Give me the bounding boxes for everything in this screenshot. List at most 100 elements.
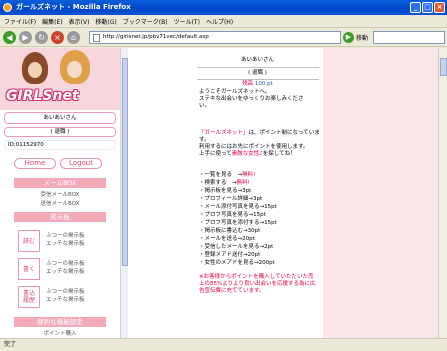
history-adult-board-link[interactable]: エッチな掲示板	[46, 296, 85, 304]
price-label: ・プロフ写真を見る	[199, 212, 249, 218]
price-label: ・プロフィール詳細	[199, 196, 249, 202]
girlsnet-logo: GIRLSnet	[0, 48, 120, 110]
search-input[interactable]	[373, 31, 445, 44]
go-button[interactable]: ▶ 移動	[343, 31, 368, 44]
menu-file[interactable]: ファイル(F)	[4, 17, 36, 26]
price-item: ・受信したメールを見る→2pt	[199, 244, 273, 251]
menu-go[interactable]: 移動(G)	[95, 17, 116, 26]
menu-help[interactable]: ヘルプ(H)	[206, 17, 233, 26]
url-bar[interactable]: http://girlsnet.jp/pbv71vec/default.asp	[89, 31, 341, 44]
inbox-link[interactable]: 受信メールBOX	[0, 190, 120, 198]
page-scroll-thumb[interactable]	[440, 58, 447, 76]
intro-line2: す。	[199, 137, 210, 143]
menu-view[interactable]: 表示(V)	[69, 17, 90, 26]
welcome-line3: い。	[199, 103, 211, 109]
minimize-button[interactable]: _	[410, 2, 421, 13]
intro-line1: 「ガールズネット」は、ポイント制になっていま	[199, 130, 320, 136]
welcome-line2: ステキな出会いをゆっくりお楽しみくださ	[199, 96, 304, 102]
home-button[interactable]: Home	[14, 158, 56, 169]
intro-line3: 利用するにはお先にポイントを使用します。	[199, 144, 309, 150]
mailbox-header: メールBOX	[14, 178, 106, 188]
price-item: ・プロフィール詳細→3pt	[199, 196, 262, 203]
left-frame-scrollbar[interactable]	[120, 48, 128, 338]
forward-arrow-icon[interactable]: ▶	[19, 30, 32, 44]
main-content: あいあいさん ( 退職 ) 残高 100 pt ようこそガールズネットへ。 ステ…	[192, 48, 323, 338]
notice-line2: 上の85%よりより良い出会いを応援する為に広	[199, 281, 316, 287]
maximize-button[interactable]: □	[422, 2, 433, 13]
write-normal-board-link[interactable]: ふつーの掲示板	[46, 260, 85, 268]
left-frame: GIRLSnet あいあいさん ( 退職 ) ID:01152970 Home …	[0, 48, 120, 338]
center-status: ( 退職 )	[248, 70, 267, 76]
back-arrow-icon[interactable]: ◀	[3, 30, 16, 44]
right-margin	[323, 48, 438, 338]
page-icon	[93, 34, 100, 42]
write-adult-board-link[interactable]: エッチな掲示板	[46, 268, 85, 276]
board-history-button[interactable]: 書込 履歴	[18, 286, 40, 308]
buy-points-link[interactable]: ポイント購入	[0, 329, 120, 337]
intro-site-name: 「ガールズネット」	[199, 130, 249, 136]
price-value: →2pt	[259, 244, 274, 250]
welcome-line1: ようこそガールズネットへ。	[199, 89, 271, 95]
points-balance: 残高 100 pt	[192, 81, 323, 88]
price-value: →20pt	[243, 252, 261, 258]
price-label: ・登録メアド送付	[199, 252, 244, 258]
firefox-icon	[3, 3, 12, 12]
center-user-name: あいあいさん	[240, 57, 274, 63]
status-bar: 完了	[0, 338, 447, 351]
history-normal-board-link[interactable]: ふつーの掲示板	[46, 288, 85, 296]
page-scrollbar[interactable]	[438, 48, 447, 338]
menu-tools[interactable]: ツール(T)	[174, 17, 200, 26]
read-adult-board-link[interactable]: エッチな掲示板	[46, 240, 85, 248]
price-value: 無料!	[242, 172, 256, 178]
price-value: →20pt	[237, 236, 255, 242]
price-value: →15pt	[259, 204, 277, 210]
home-icon[interactable]: ⌂	[67, 30, 80, 44]
go-label: 移動	[356, 35, 369, 42]
price-value: →3pt	[237, 188, 252, 194]
board-write-button[interactable]: 書く	[18, 258, 40, 280]
menu-bar: ファイル(F) 編集(E) 表示(V) 移動(G) ブックマーク(B) ツール(…	[0, 15, 447, 28]
price-value: →200pt	[254, 260, 275, 266]
menu-bookmarks[interactable]: ブックマーク(B)	[123, 17, 168, 26]
settings-header: 便利な機能設定	[14, 317, 106, 327]
price-item: ・プロフ写真を見る→15pt	[199, 212, 266, 219]
price-item: ・掲示板に書込む→30pt	[199, 228, 260, 235]
reload-icon[interactable]: ↻	[35, 30, 48, 44]
menu-edit[interactable]: 編集(E)	[42, 17, 62, 26]
price-value: →15pt	[248, 212, 266, 218]
close-button[interactable]: ×	[434, 2, 445, 13]
status-box: ( 退職 )	[4, 127, 116, 137]
page-viewport: GIRLSnet あいあいさん ( 退職 ) ID:01152970 Home …	[0, 48, 447, 338]
board-read-button[interactable]: 読む	[18, 230, 40, 252]
points-label: 残高	[242, 81, 254, 87]
price-value: →3pt	[248, 196, 263, 202]
window-title: ガールズネット - Mozilla Firefox	[16, 3, 131, 11]
points-value: 100 pt	[254, 81, 273, 87]
price-label: ・掲示板に書込む	[199, 228, 244, 234]
price-label: ・受信したメールを見る	[199, 244, 260, 250]
price-item: ・女性のメアドを見る→200pt	[199, 260, 275, 267]
logout-button[interactable]: Logout	[60, 158, 102, 169]
price-item: ・検索する →無料!	[199, 180, 250, 187]
price-item: ・一覧を見る →無料!	[199, 172, 255, 179]
price-item: ・掲示板を見る→3pt	[199, 188, 251, 195]
logo-text: GIRLSnet	[6, 88, 79, 104]
price-label: ・一覧を見る →	[199, 172, 243, 178]
read-normal-board-link[interactable]: ふつーの掲示板	[46, 232, 85, 240]
stop-icon[interactable]: ×	[51, 30, 64, 44]
price-value: →15pt	[259, 220, 277, 226]
price-value: →30pt	[243, 228, 261, 234]
notice-line3: 告宣伝費に充てています。	[199, 288, 265, 294]
price-item: ・プロフ写真を添付する→15pt	[199, 220, 277, 227]
outbox-link[interactable]: 送信メールBOX	[0, 199, 120, 207]
price-label: ・プロフ写真を添付する	[199, 220, 260, 226]
status-text: 完了	[4, 341, 17, 348]
price-item: ・メール添付写真を見る→15pt	[199, 204, 277, 211]
price-item: ・メールを送る→20pt	[199, 236, 255, 243]
price-item: ・登録メアド送付→20pt	[199, 252, 260, 259]
intro-line4: 上手に使って素敵な女性♪を探してね！	[199, 151, 296, 157]
price-label: ・メールを送る	[199, 236, 238, 242]
price-label: ・掲示板を見る	[199, 188, 238, 194]
board-header: 掲示板	[14, 212, 106, 222]
user-name-box: あいあいさん	[4, 112, 116, 124]
